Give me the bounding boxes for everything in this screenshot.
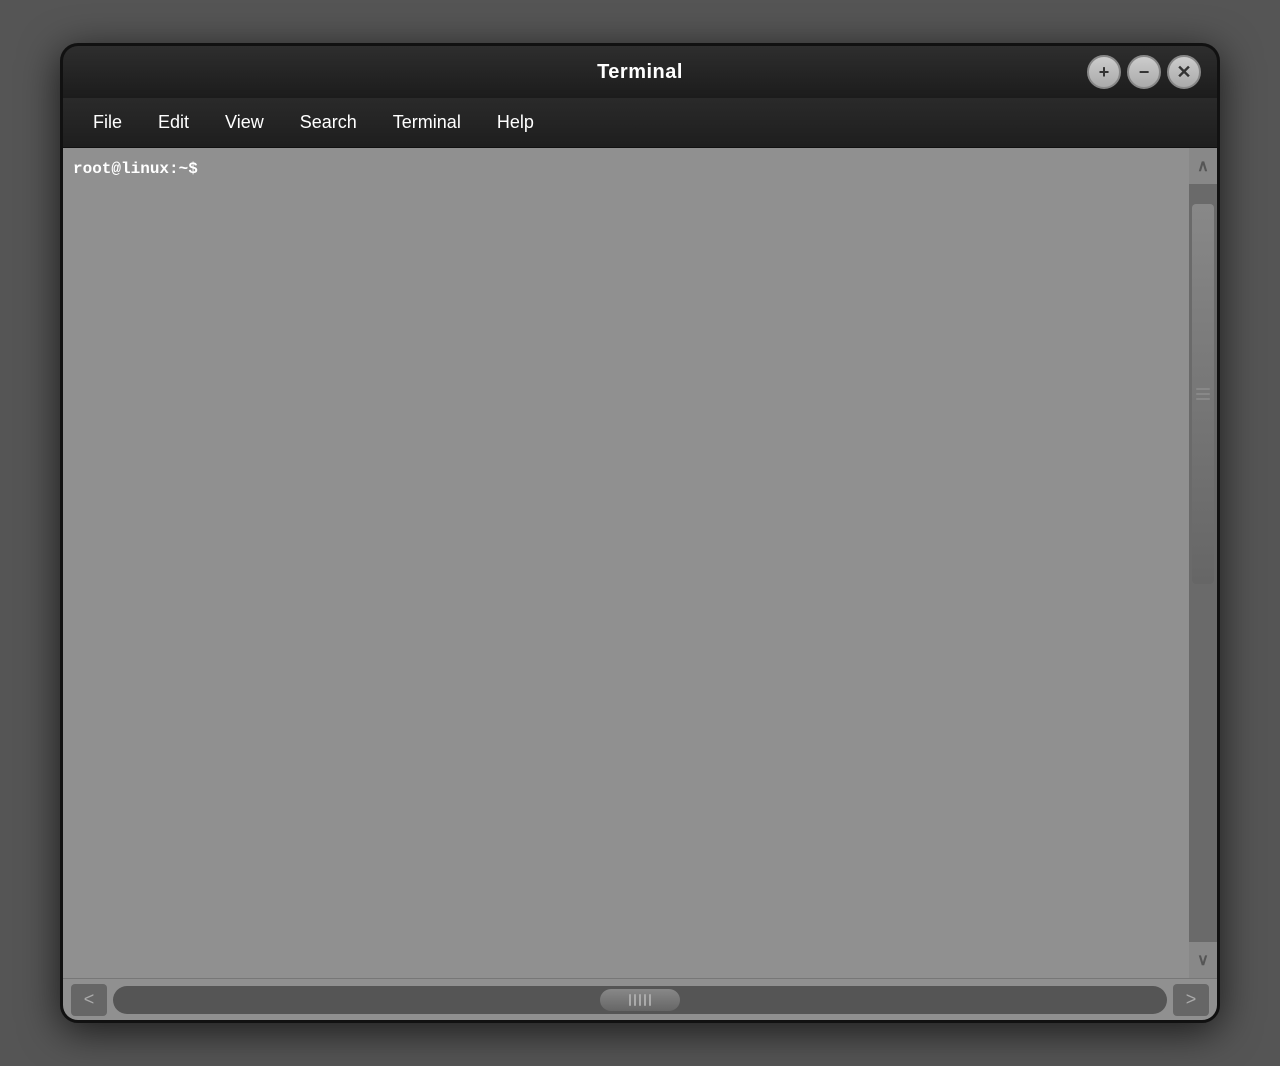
hgrip-line-1 bbox=[629, 994, 631, 1006]
scroll-down-button[interactable]: ∨ bbox=[1189, 942, 1217, 978]
terminal-prompt: root@linux:~$ bbox=[73, 160, 198, 178]
grip-line-2 bbox=[1196, 393, 1210, 395]
vertical-scrollbar: ∧ ∨ bbox=[1189, 148, 1217, 978]
menu-edit[interactable]: Edit bbox=[140, 106, 207, 139]
window-title: Terminal bbox=[597, 61, 683, 84]
terminal-window: Terminal + − ✕ File Edit View Search Ter… bbox=[60, 43, 1220, 1023]
scroll-left-button[interactable]: < bbox=[71, 984, 107, 1016]
menu-file[interactable]: File bbox=[75, 106, 140, 139]
window-controls: + − ✕ bbox=[1087, 55, 1201, 89]
menubar: File Edit View Search Terminal Help bbox=[63, 98, 1217, 148]
grip-line-1 bbox=[1196, 388, 1210, 390]
minimize-button[interactable]: − bbox=[1127, 55, 1161, 89]
hgrip-line-3 bbox=[639, 994, 641, 1006]
scroll-grip-vertical bbox=[1195, 388, 1211, 400]
hgrip-line-2 bbox=[634, 994, 636, 1006]
menu-help[interactable]: Help bbox=[479, 106, 552, 139]
scroll-right-button[interactable]: > bbox=[1173, 984, 1209, 1016]
hgrip-line-4 bbox=[644, 994, 646, 1006]
scroll-up-button[interactable]: ∧ bbox=[1189, 148, 1217, 184]
terminal-body: root@linux:~$ ∧ ∨ bbox=[63, 148, 1217, 978]
add-tab-button[interactable]: + bbox=[1087, 55, 1121, 89]
terminal-content[interactable]: root@linux:~$ bbox=[63, 148, 1189, 978]
grip-line-3 bbox=[1196, 398, 1210, 400]
titlebar: Terminal + − ✕ bbox=[63, 46, 1217, 98]
horizontal-scrollbar: < > bbox=[63, 978, 1217, 1020]
menu-view[interactable]: View bbox=[207, 106, 282, 139]
scroll-thumb-vertical[interactable] bbox=[1192, 204, 1214, 584]
close-button[interactable]: ✕ bbox=[1167, 55, 1201, 89]
menu-terminal[interactable]: Terminal bbox=[375, 106, 479, 139]
scroll-track-horizontal[interactable] bbox=[113, 986, 1167, 1014]
scroll-thumb-horizontal[interactable] bbox=[600, 989, 680, 1011]
scroll-track-vertical[interactable] bbox=[1189, 184, 1217, 942]
hgrip-line-5 bbox=[649, 994, 651, 1006]
menu-search[interactable]: Search bbox=[282, 106, 375, 139]
